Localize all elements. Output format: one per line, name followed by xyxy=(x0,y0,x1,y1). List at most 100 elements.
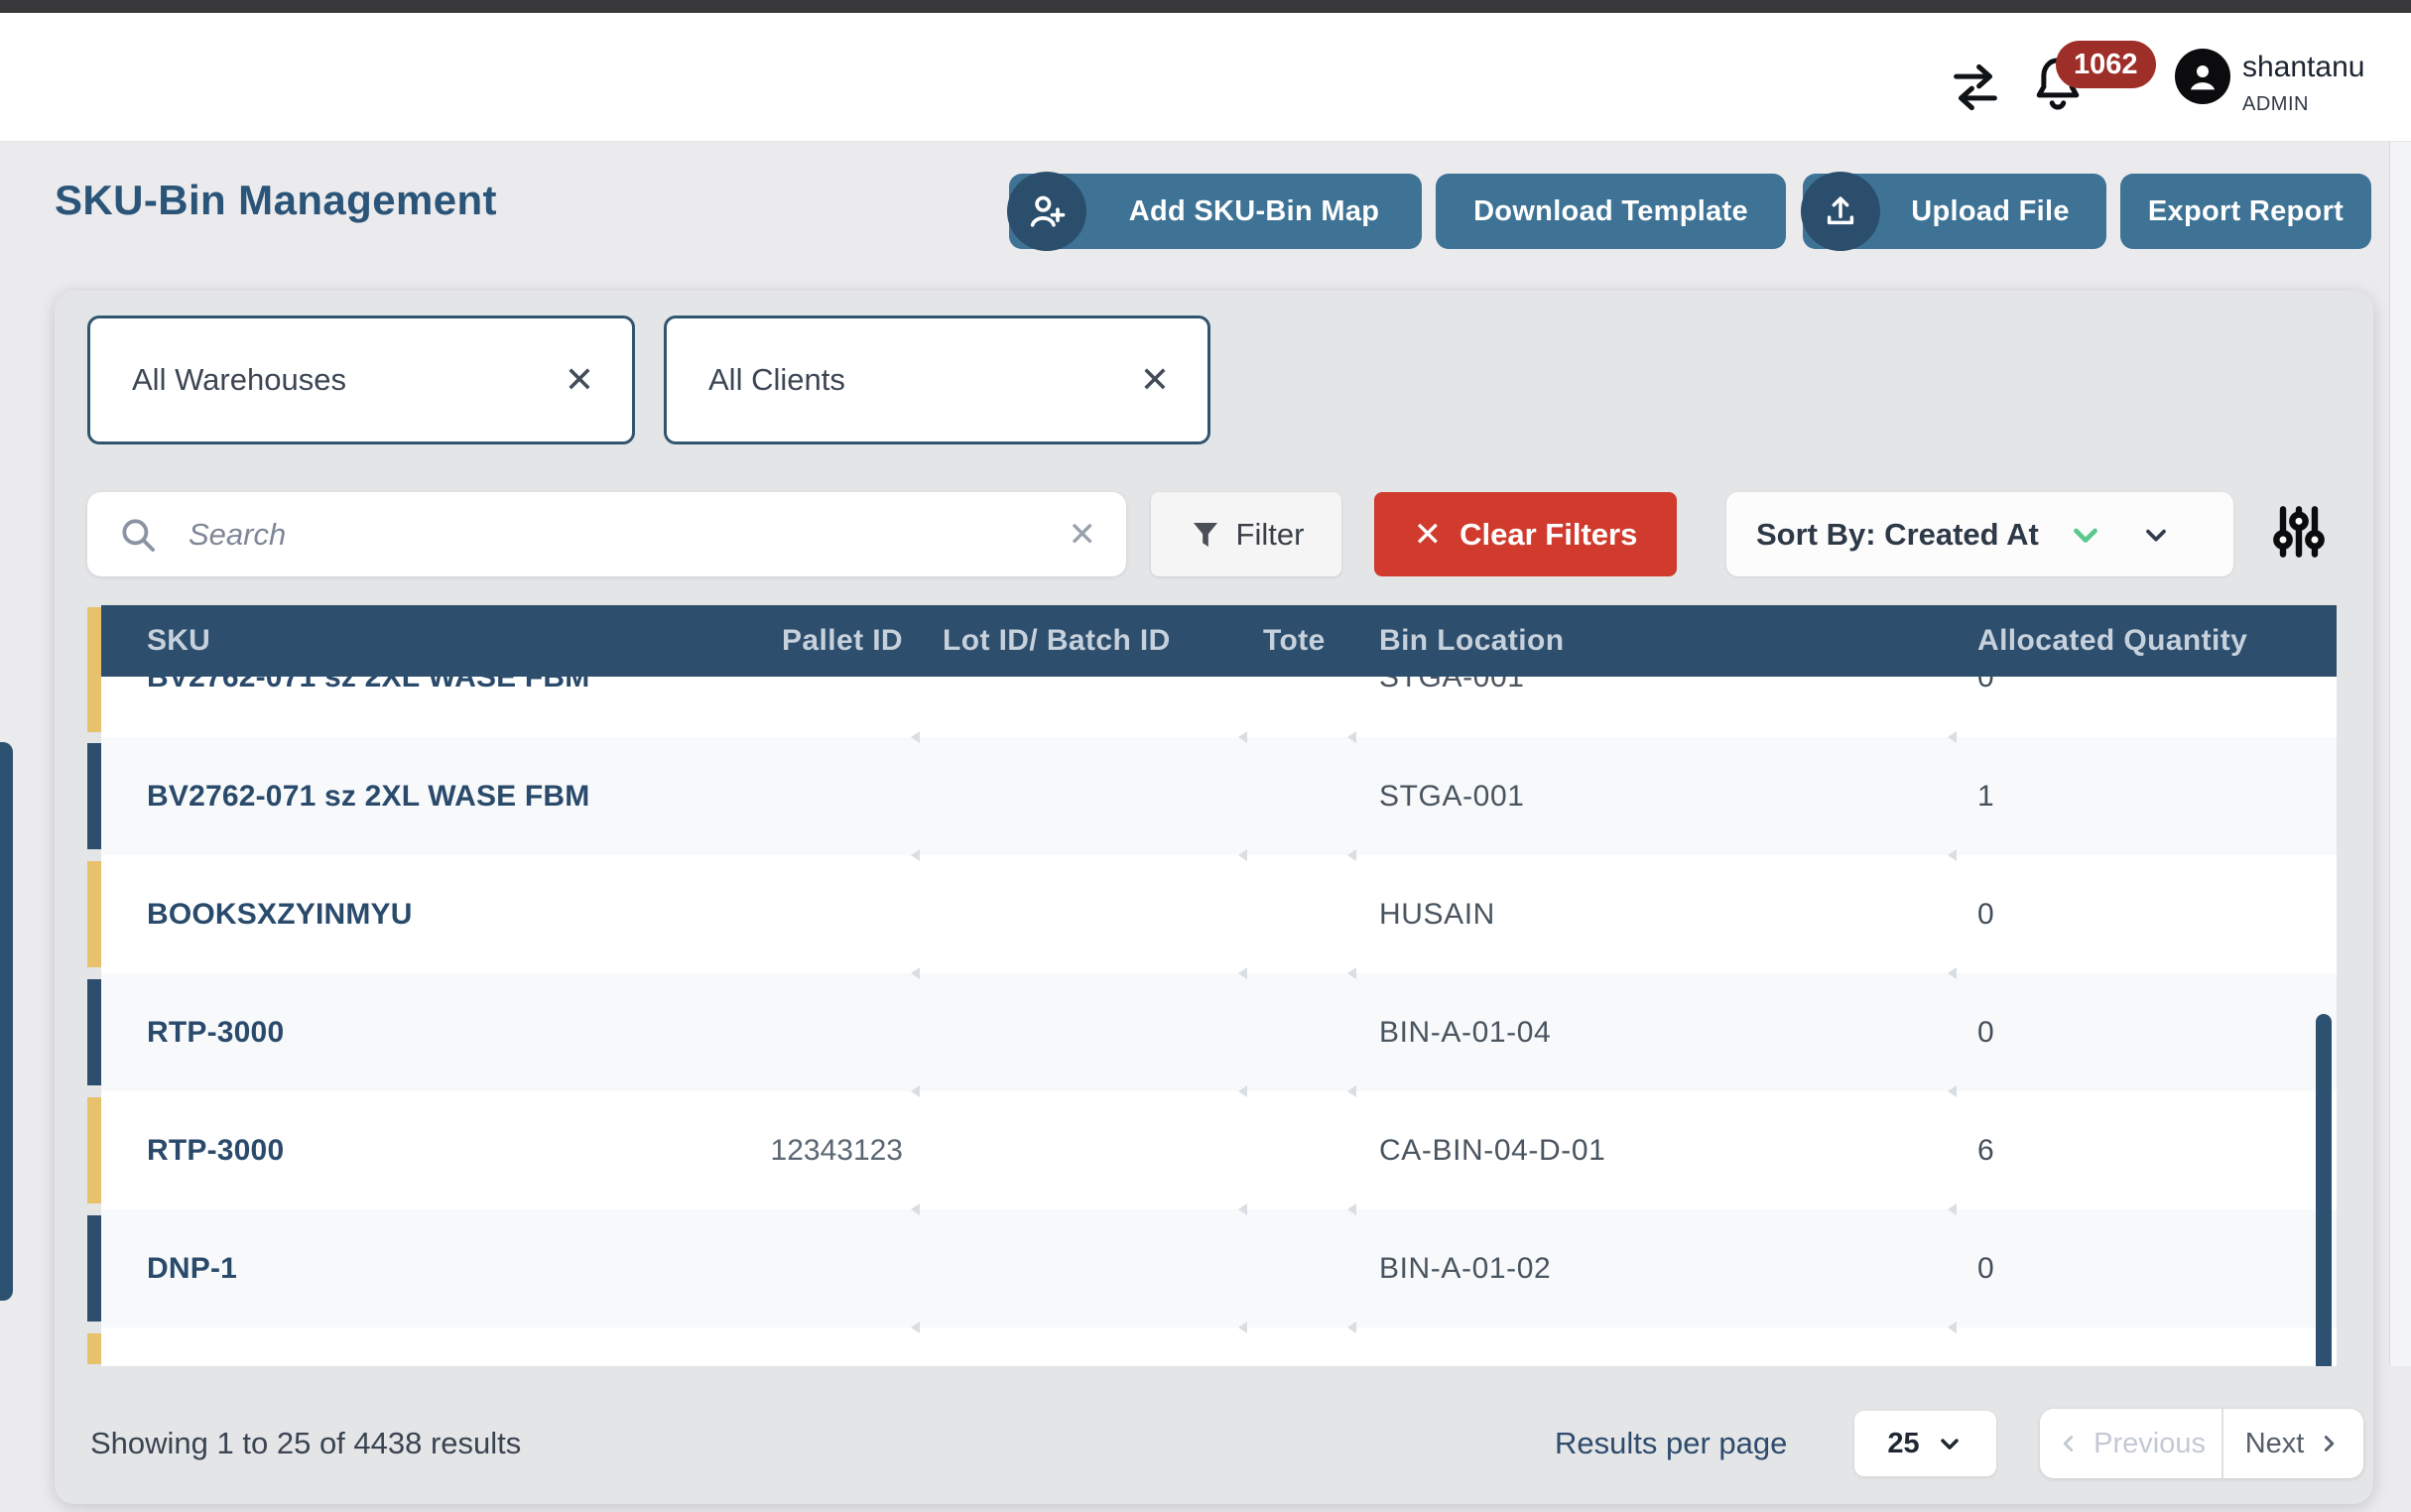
chevron-down-icon xyxy=(1936,1430,1964,1457)
cell-tote xyxy=(1240,677,1349,737)
person-plus-icon xyxy=(1007,172,1086,251)
cell-sku: RTP-3000 xyxy=(101,973,695,1091)
sku-bin-table: SKU Pallet ID Lot ID/ Batch ID Tote Bin … xyxy=(87,605,2337,1366)
cell-sku: DNP-1 xyxy=(101,1209,695,1327)
funnel-icon xyxy=(1189,518,1222,552)
column-header-lot[interactable]: Lot ID/ Batch ID xyxy=(913,605,1240,677)
search-clear-icon[interactable]: ✕ xyxy=(1069,515,1097,555)
user-info[interactable]: shantanu ADMIN xyxy=(2242,51,2364,116)
table-row[interactable]: BV2762-071 sz 2XL WASE FBM STGA-001 1 xyxy=(101,737,2337,855)
pagination: Previous Next xyxy=(2040,1409,2363,1478)
cell-pallet xyxy=(695,1209,913,1327)
table-body: BV2762-071 sz 2XL WASE FBM STGA-001 0 BV… xyxy=(101,677,2337,1366)
cell-tote xyxy=(1240,1091,1349,1209)
search-box: ✕ xyxy=(87,492,1126,576)
app-header: 1062 shantanu ADMIN xyxy=(0,13,2411,142)
cell-tote xyxy=(1240,973,1349,1091)
chevron-left-icon xyxy=(2056,1431,2082,1456)
column-header-tote[interactable]: Tote xyxy=(1240,605,1349,677)
filter-button[interactable]: Filter xyxy=(1151,492,1341,576)
column-header-pallet[interactable]: Pallet ID xyxy=(695,605,913,677)
results-summary: Showing 1 to 25 of 4438 results xyxy=(90,1426,521,1461)
client-clear-icon[interactable]: ✕ xyxy=(1140,362,1170,398)
cell-sku: RTP-3000 xyxy=(101,1091,695,1209)
sort-by-dropdown[interactable]: Sort By: Created At xyxy=(1726,492,2233,576)
cell-tote xyxy=(1240,737,1349,855)
client-filter-label: All Clients xyxy=(708,362,845,398)
cell-qty: 1 xyxy=(1950,737,2337,855)
row-accent xyxy=(87,607,101,732)
previous-page-button[interactable]: Previous xyxy=(2040,1409,2221,1478)
column-header-qty[interactable]: Allocated Quantity xyxy=(1950,605,2337,677)
download-template-button[interactable]: Download Template xyxy=(1436,174,1786,249)
cell-sku xyxy=(101,1327,695,1366)
cell-qty: 6 xyxy=(1950,1091,2337,1209)
page-title: SKU-Bin Management xyxy=(55,177,497,224)
cell-tote xyxy=(1240,855,1349,973)
cell-sku: BV2762-071 sz 2XL WASE FBM xyxy=(101,677,695,737)
cell-pallet xyxy=(695,737,913,855)
cell-qty: 0 xyxy=(1950,1209,2337,1327)
row-accent xyxy=(87,979,101,1085)
left-edge-scrollbar[interactable] xyxy=(0,742,13,1301)
table-header: SKU Pallet ID Lot ID/ Batch ID Tote Bin … xyxy=(101,605,2337,677)
cell-bin xyxy=(1349,1327,1950,1366)
column-options-icon[interactable] xyxy=(2267,499,2331,565)
row-accent xyxy=(87,1333,101,1364)
table-row[interactable]: DNP-1 BIN-A-01-02 0 xyxy=(101,1209,2337,1327)
table-row[interactable]: RTP-3000 BIN-A-01-04 0 xyxy=(101,973,2337,1091)
cell-lot xyxy=(913,855,1240,973)
page-size-value: 25 xyxy=(1887,1428,1919,1460)
warehouse-filter-chip[interactable]: All Warehouses ✕ xyxy=(87,315,635,444)
cell-pallet xyxy=(695,973,913,1091)
cell-bin: BIN-A-01-02 xyxy=(1349,1209,1950,1327)
cell-sku: BOOKSXZYINMYU xyxy=(101,855,695,973)
cell-lot xyxy=(913,973,1240,1091)
export-report-button[interactable]: Export Report xyxy=(2120,174,2371,249)
page-scrollbar-gutter[interactable] xyxy=(2389,142,2411,1366)
add-sku-bin-map-button[interactable]: Add SKU-Bin Map xyxy=(1009,174,1422,249)
person-icon xyxy=(2183,57,2222,96)
next-label: Next xyxy=(2245,1428,2305,1460)
previous-label: Previous xyxy=(2094,1428,2206,1460)
sort-by-label: Sort By: Created At xyxy=(1756,517,2039,553)
upload-file-button[interactable]: Upload File xyxy=(1803,174,2106,249)
table-row[interactable]: RTP-3000 12343123 CA-BIN-04-D-01 6 xyxy=(101,1091,2337,1209)
cell-qty: 0 xyxy=(1950,855,2337,973)
cell-bin: STGA-001 xyxy=(1349,737,1950,855)
chevron-right-icon xyxy=(2316,1431,2342,1456)
next-page-button[interactable]: Next xyxy=(2223,1409,2363,1478)
cell-tote xyxy=(1240,1327,1349,1366)
warehouse-clear-icon[interactable]: ✕ xyxy=(565,362,594,398)
cell-bin: HUSAIN xyxy=(1349,855,1950,973)
column-header-sku[interactable]: SKU xyxy=(101,605,695,677)
clear-filters-x-icon: ✕ xyxy=(1414,518,1443,552)
column-header-bin[interactable]: Bin Location xyxy=(1349,605,1950,677)
filter-label: Filter xyxy=(1236,517,1305,553)
sort-direction-icon[interactable] xyxy=(2067,516,2104,554)
search-input[interactable] xyxy=(187,516,1069,554)
warehouse-filter-label: All Warehouses xyxy=(132,362,346,398)
table-row[interactable]: BV2762-071 sz 2XL WASE FBM STGA-001 0 xyxy=(101,677,2337,737)
upload-file-label: Upload File xyxy=(1911,195,2070,228)
chevron-down-icon xyxy=(2140,519,2172,551)
export-report-label: Export Report xyxy=(2148,195,2344,228)
cell-pallet xyxy=(695,1327,913,1366)
page-size-select[interactable]: 25 xyxy=(1854,1411,1996,1476)
sku-bin-card: All Warehouses ✕ All Clients ✕ ✕ Filter … xyxy=(55,291,2373,1504)
table-row[interactable]: BOOKSXZYINMYU HUSAIN 0 xyxy=(101,855,2337,973)
transfer-arrows-icon[interactable] xyxy=(1947,59,2004,116)
row-accent xyxy=(87,861,101,967)
row-accent xyxy=(87,743,101,849)
cell-sku: BV2762-071 sz 2XL WASE FBM xyxy=(101,737,695,855)
download-template-label: Download Template xyxy=(1473,195,1748,228)
clear-filters-button[interactable]: ✕ Clear Filters xyxy=(1374,492,1677,576)
user-name: shantanu xyxy=(2242,51,2364,84)
table-row[interactable] xyxy=(101,1327,2337,1366)
top-window-bar xyxy=(0,0,2411,13)
table-scrollbar[interactable] xyxy=(2316,1014,2332,1366)
notification-count-badge: 1062 xyxy=(2056,41,2156,88)
client-filter-chip[interactable]: All Clients ✕ xyxy=(664,315,1210,444)
user-avatar[interactable] xyxy=(2175,49,2230,104)
cell-lot xyxy=(913,1091,1240,1209)
